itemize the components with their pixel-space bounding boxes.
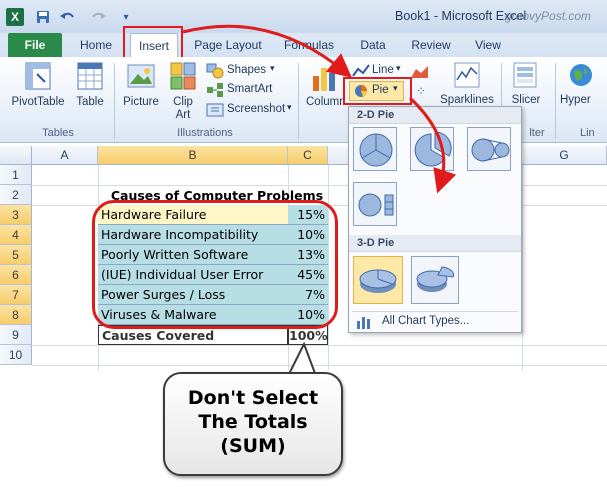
callout-pointer: [287, 342, 317, 376]
arrow-pie-to-menu: [408, 96, 457, 194]
callout-line3: (SUM): [220, 435, 286, 457]
arrow-insert-to-pie: [182, 24, 352, 78]
callout-line1: Don't Select: [187, 387, 319, 409]
callout-box: Don't Select The Totals (SUM): [163, 372, 343, 476]
callout-line2: The Totals: [198, 411, 308, 433]
